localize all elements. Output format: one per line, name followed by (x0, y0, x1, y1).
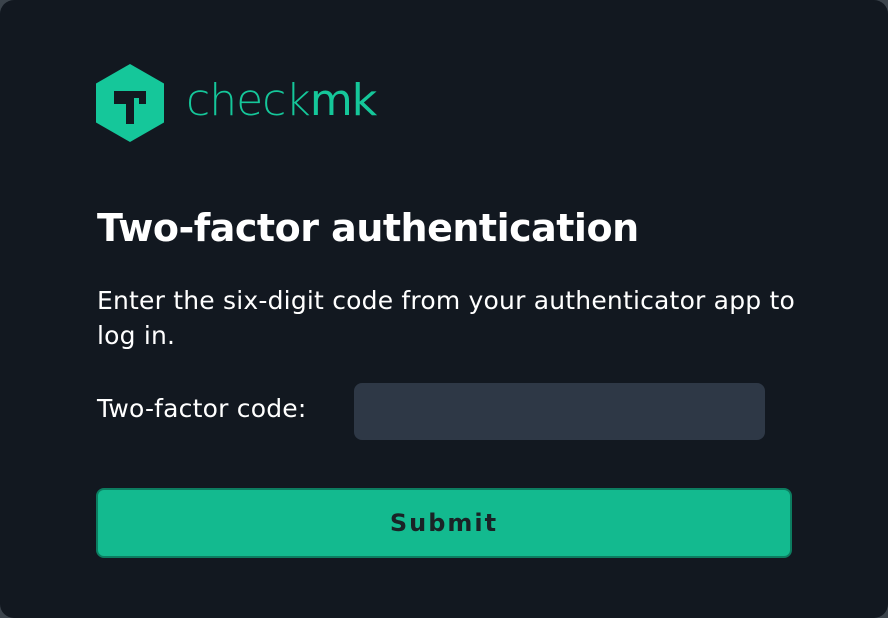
two-factor-code-label: Two-factor code: (97, 394, 307, 423)
checkmk-hexagon-icon (96, 64, 164, 142)
checkmk-wordmark: checkmk (186, 79, 377, 123)
page-title: Two-factor authentication (97, 206, 639, 250)
two-factor-code-input[interactable] (354, 383, 765, 440)
login-card: checkmk Two-factor authentication Enter … (0, 0, 888, 618)
instructions-text: Enter the six-digit code from your authe… (97, 286, 795, 350)
wordmark-check: check (186, 75, 311, 126)
submit-button[interactable]: Submit (96, 488, 792, 558)
checkmk-logo: checkmk (96, 63, 377, 143)
wordmark-mk: mk (309, 75, 377, 126)
